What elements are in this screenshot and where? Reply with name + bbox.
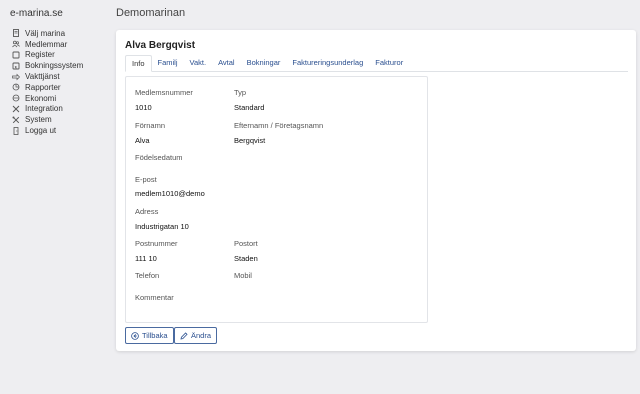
fodelsedatum-label: Födelsedatum: [135, 153, 183, 162]
member-name-heading: Alva Bergqvist: [125, 40, 196, 51]
logout-icon: [11, 126, 20, 135]
pencil-icon: [180, 331, 188, 340]
typ-label: Typ: [234, 88, 247, 97]
edit-button-label: Ändra: [191, 331, 212, 340]
efternamn-label: Efternamn / Företagsnamn: [234, 121, 324, 130]
sidebar-item-label: Logga ut: [25, 126, 57, 136]
sidebar-item-label: Integration: [25, 104, 63, 114]
square-icon: [11, 50, 20, 59]
sidebar-item-label: Vakttjänst: [25, 72, 60, 82]
epost-value: medlem1010@demo: [135, 189, 205, 198]
sidebar: Välj marina Medlemmar Register Bokningss…: [11, 28, 111, 136]
balance-icon: [11, 94, 20, 103]
edit-button[interactable]: Ändra: [174, 327, 218, 344]
wrench-icon: [11, 115, 20, 124]
tab-avtal[interactable]: Avtal: [212, 55, 241, 72]
postnummer-value: 111 10: [135, 254, 157, 263]
tools-icon: [11, 104, 20, 113]
member-tabs: Info Familj Vakt. Avtal Bokningar Faktur…: [125, 55, 628, 72]
postort-label: Postort: [234, 239, 258, 248]
postnummer-label: Postnummer: [135, 239, 178, 248]
sidebar-item-medlemmar[interactable]: Medlemmar: [11, 39, 111, 50]
document-icon: [11, 29, 20, 38]
chart-icon: [11, 83, 20, 92]
sidebar-item-vakttjanst[interactable]: Vakttjänst: [11, 71, 111, 82]
sidebar-item-label: System: [25, 115, 52, 125]
tab-faktureringsunderlag[interactable]: Faktureringsunderlag: [286, 55, 369, 72]
sidebar-item-rapporter[interactable]: Rapporter: [11, 82, 111, 93]
page-title: Demomarinan: [116, 7, 186, 19]
efternamn-value: Bergqvist: [234, 136, 266, 145]
medlemsnummer-value: 1010: [135, 103, 152, 112]
sidebar-item-label: Rapporter: [25, 82, 61, 92]
medlemsnummer-label: Medlemsnummer: [135, 88, 193, 97]
sidebar-item-valj-marina[interactable]: Välj marina: [11, 28, 111, 39]
tab-bokningar[interactable]: Bokningar: [241, 55, 287, 72]
tab-info[interactable]: Info: [125, 55, 152, 72]
kommentar-label: Kommentar: [135, 293, 174, 302]
back-button[interactable]: Tillbaka: [125, 327, 174, 344]
epost-label: E-post: [135, 175, 157, 184]
fornamn-label: Förnamn: [135, 121, 166, 130]
fornamn-value: Alva: [135, 136, 150, 145]
sidebar-item-integration[interactable]: Integration: [11, 104, 111, 115]
sidebar-item-system[interactable]: System: [11, 114, 111, 125]
tab-familj[interactable]: Familj: [152, 55, 184, 72]
typ-value: Standard: [234, 103, 265, 112]
telefon-label: Telefon: [135, 271, 160, 280]
back-button-label: Tillbaka: [142, 331, 168, 340]
tab-vakt[interactable]: Vakt.: [184, 55, 213, 72]
sidebar-item-register[interactable]: Register: [11, 50, 111, 61]
adress-value: Industrigatan 10: [135, 222, 189, 231]
sidebar-item-label: Välj marina: [25, 28, 66, 38]
sidebar-item-label: Ekonomi: [25, 93, 57, 103]
adress-label: Adress: [135, 207, 159, 216]
mobil-label: Mobil: [234, 271, 252, 280]
info-panel: Medlemsnummer 1010 Typ Standard Förnamn …: [125, 76, 428, 323]
sidebar-item-label: Medlemmar: [25, 39, 68, 49]
member-card: Alva Bergqvist Info Familj Vakt. Avtal B…: [116, 30, 636, 351]
sidebar-item-bokningssystem[interactable]: Bokningssystem: [11, 60, 111, 71]
sidebar-item-ekonomi[interactable]: Ekonomi: [11, 93, 111, 104]
arrow-icon: [11, 72, 20, 81]
circle-arrow-left-icon: [131, 331, 139, 340]
bookmark-icon: [11, 61, 20, 70]
brand-logo[interactable]: e-marina.se: [10, 8, 63, 19]
sidebar-item-label: Bokningssystem: [25, 61, 84, 71]
sidebar-item-logga-ut[interactable]: Logga ut: [11, 125, 111, 136]
tab-fakturor[interactable]: Fakturor: [369, 55, 409, 72]
postort-value: Staden: [234, 254, 258, 263]
users-icon: [11, 40, 20, 49]
sidebar-item-label: Register: [25, 50, 55, 60]
